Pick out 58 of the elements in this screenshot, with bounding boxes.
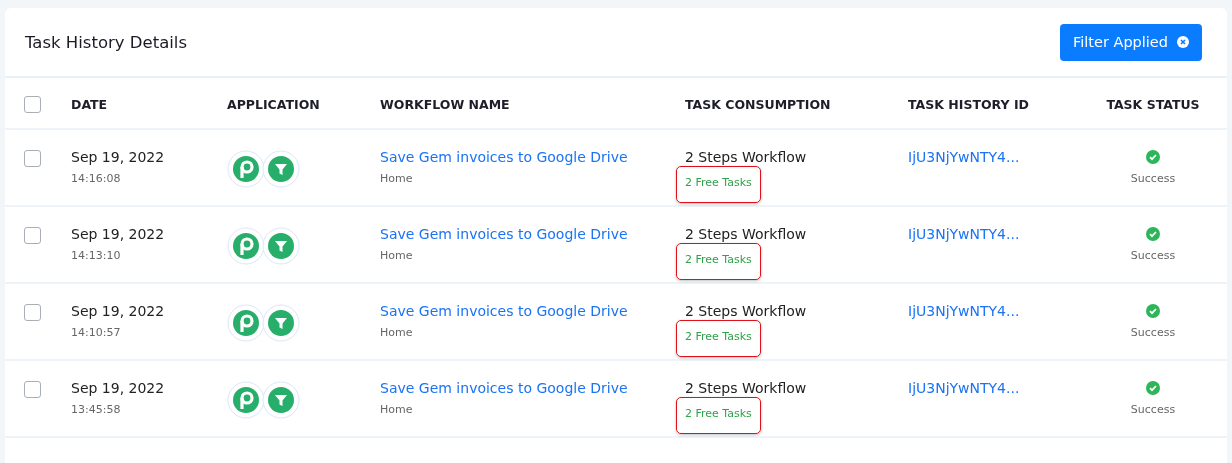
letter-p-logo-icon: [227, 381, 265, 419]
consumption-text: 2 Steps Workflow: [685, 149, 807, 165]
free-tasks-text: 2 Free Tasks: [685, 407, 752, 420]
task-history-id-link[interactable]: IjU3NjYwNTY4...: [908, 226, 1020, 242]
folder-text: Home: [380, 326, 413, 339]
time-text: 13:45:58: [71, 403, 121, 416]
free-tasks-text: 2 Free Tasks: [685, 253, 752, 266]
column-header: APPLICATION: [227, 96, 320, 112]
date-text: Sep 19, 2022: [71, 380, 165, 396]
letter-p-logo-icon: [227, 227, 265, 265]
close-icon: [1177, 36, 1189, 48]
letter-p-logo-icon: [227, 150, 265, 188]
check-circle-icon: [1146, 304, 1160, 318]
time-text: 14:13:10: [71, 249, 121, 262]
status-text: Success: [1130, 249, 1176, 262]
task-history-id-link[interactable]: IjU3NjYwNTY4...: [908, 303, 1020, 319]
filter-applied-button[interactable]: Filter Applied: [1059, 23, 1202, 61]
funnel-logo-icon: [262, 304, 300, 342]
letter-p-logo-icon: [227, 304, 265, 342]
free-tasks-text: 2 Free Tasks: [685, 330, 752, 343]
check-circle-icon: [1146, 381, 1160, 395]
row-checkbox[interactable]: [24, 227, 41, 244]
date-text: Sep 19, 2022: [71, 303, 165, 319]
status-text: Success: [1130, 403, 1176, 416]
workflow-link[interactable]: Save Gem invoices to Google Drive: [380, 149, 628, 165]
funnel-logo-icon: [262, 381, 300, 419]
date-text: Sep 19, 2022: [71, 226, 165, 242]
time-text: 14:10:57: [71, 326, 121, 339]
folder-text: Home: [380, 403, 413, 416]
row-checkbox[interactable]: [24, 381, 41, 398]
column-header: TASK CONSUMPTION: [685, 96, 831, 112]
date-text: Sep 19, 2022: [71, 149, 165, 165]
time-text: 14:16:08: [71, 172, 121, 185]
task-history-id-link[interactable]: IjU3NjYwNTY4...: [908, 380, 1020, 396]
consumption-text: 2 Steps Workflow: [685, 380, 807, 396]
free-tasks-text: 2 Free Tasks: [685, 176, 752, 189]
column-header: DATE: [71, 96, 108, 112]
column-header: TASK HISTORY ID: [908, 96, 1029, 112]
workflow-link[interactable]: Save Gem invoices to Google Drive: [380, 303, 628, 319]
task-history-id-link[interactable]: IjU3NjYwNTY4...: [908, 149, 1020, 165]
row-checkbox[interactable]: [24, 304, 41, 321]
folder-text: Home: [380, 172, 413, 185]
select-all-checkbox[interactable]: [24, 96, 41, 113]
column-header: WORKFLOW NAME: [380, 96, 510, 112]
check-circle-icon: [1146, 227, 1160, 241]
card-title: Task History Details: [25, 32, 187, 52]
status-text: Success: [1130, 326, 1176, 339]
status-text: Success: [1130, 172, 1176, 185]
funnel-logo-icon: [262, 227, 300, 265]
row-checkbox[interactable]: [24, 150, 41, 167]
check-circle-icon: [1146, 150, 1160, 164]
folder-text: Home: [380, 249, 413, 262]
funnel-logo-icon: [262, 150, 300, 188]
consumption-text: 2 Steps Workflow: [685, 303, 807, 319]
workflow-link[interactable]: Save Gem invoices to Google Drive: [380, 226, 628, 242]
workflow-link[interactable]: Save Gem invoices to Google Drive: [380, 380, 628, 396]
consumption-text: 2 Steps Workflow: [685, 226, 807, 242]
column-header: TASK STATUS: [1106, 96, 1200, 112]
